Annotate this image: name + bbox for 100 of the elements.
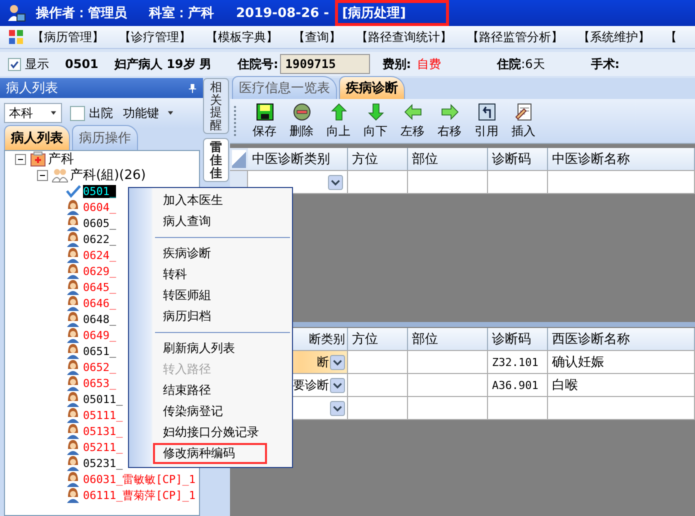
menu-item[interactable]: 【查询】 <box>287 28 348 46</box>
patient-summary: 妇产病人 19岁 男 <box>114 56 212 72</box>
tree-item[interactable]: 0653_ <box>83 376 116 390</box>
person-icon <box>65 215 81 231</box>
bed-number: 0501 <box>65 57 98 71</box>
menu-item[interactable]: 转医师組 <box>129 285 267 306</box>
menu-item[interactable]: 病人查询 <box>129 211 267 232</box>
tree-item[interactable]: 05231_ <box>83 456 123 470</box>
tree-item[interactable]: 0645_ <box>83 280 116 294</box>
dropdown-button[interactable] <box>330 400 345 416</box>
tree-item[interactable]: 0629_ <box>83 264 116 278</box>
dropdown-arrow-icon <box>167 111 174 115</box>
menu-item[interactable]: 结束路径 <box>129 380 267 401</box>
show-label: 显示 <box>25 56 49 72</box>
left-button[interactable]: 左移 <box>394 102 431 140</box>
tree-item[interactable]: 0604_ <box>83 200 116 214</box>
person-icon <box>65 359 81 375</box>
collapse-toggle[interactable] <box>15 154 26 164</box>
person-icon <box>65 407 81 423</box>
column-header: 中医诊断名称 <box>548 148 695 170</box>
menu-item[interactable]: 【诊疗管理】 <box>113 28 198 46</box>
pencil-page-icon <box>514 102 532 120</box>
tree-item[interactable]: 0624_ <box>83 248 116 262</box>
quote-button[interactable]: 引用 <box>468 102 505 140</box>
menu-item[interactable]: 传染病登记 <box>129 401 267 422</box>
fee-label: 费别: <box>382 56 412 72</box>
column-header: 方位 <box>348 148 408 170</box>
tree-item[interactable]: 0648_ <box>83 312 116 326</box>
tree-item[interactable]: 05211_ <box>83 440 123 454</box>
column-header: 西医诊断名称 <box>548 328 695 350</box>
medical-kit-icon <box>30 151 46 167</box>
panel-tab[interactable]: 病历操作 <box>72 125 138 150</box>
admission-label: 住院号: <box>237 56 278 72</box>
menu-item[interactable]: 转科 <box>129 264 267 285</box>
side-tab[interactable]: 雷佳佳 <box>203 138 229 182</box>
menu-item[interactable]: 【 <box>659 28 684 46</box>
content-tab[interactable]: 疾病诊断 <box>339 76 405 99</box>
tree-item[interactable]: 06111_曹菊萍[CP]_1 <box>83 488 196 502</box>
tree-item[interactable]: 产科 <box>48 151 74 168</box>
person-icon <box>65 487 81 503</box>
menu-item[interactable]: 【模板字典】 <box>200 28 285 46</box>
up-button[interactable]: 向上 <box>320 102 357 140</box>
tree-item[interactable]: 0622_ <box>83 232 116 246</box>
people-icon <box>52 167 68 183</box>
menu-item[interactable]: 加入本医生 <box>129 190 267 211</box>
surgery-label: 手术: <box>590 56 620 72</box>
scope-dropdown[interactable]: 本科 <box>4 103 62 123</box>
diagnosis-name: 白喉 <box>552 377 578 394</box>
person-icon <box>65 471 81 487</box>
right-button[interactable]: 右移 <box>431 102 468 140</box>
column-header: 诊断码 <box>488 148 548 170</box>
side-tab[interactable]: 相关提醒 <box>203 78 229 134</box>
dropdown-button[interactable] <box>330 354 345 370</box>
dropdown-button[interactable] <box>330 378 345 392</box>
menu-item[interactable]: 妇幼接口分娩记录 <box>129 422 267 443</box>
tree-item[interactable]: 05011_ <box>83 392 123 406</box>
column-header: 部位 <box>408 148 488 170</box>
tree-item[interactable]: 0646_ <box>83 296 116 310</box>
minus-circle-icon <box>292 102 310 120</box>
menu-item[interactable]: 病历归档 <box>129 306 267 327</box>
stay-label: 住院:6天 <box>497 56 545 72</box>
person-icon <box>65 295 81 311</box>
show-checkbox[interactable] <box>8 58 21 70</box>
person-icon <box>65 199 81 215</box>
menu-item[interactable]: 【路径查询统计】 <box>350 28 459 46</box>
admission-number-field[interactable]: 1909715 <box>280 54 370 74</box>
operator-label: 操作者：管理员 <box>36 5 127 22</box>
pin-icon[interactable] <box>188 82 197 94</box>
tree-item[interactable]: 05131_ <box>83 424 123 438</box>
function-keys-dropdown[interactable]: 功能键 <box>123 104 174 122</box>
diagnosis-type-text: 要诊断 <box>293 376 329 394</box>
tree-item[interactable]: 05111_ <box>83 408 123 422</box>
person-icon <box>65 439 81 455</box>
down-button[interactable]: 向下 <box>357 102 394 140</box>
menu-item[interactable]: 【病历管理】 <box>26 28 111 46</box>
menu-item[interactable]: 修改病种编码 <box>153 443 267 464</box>
collapse-toggle[interactable] <box>37 170 48 180</box>
menu-item[interactable]: 疾病诊断 <box>129 243 267 264</box>
column-header: 中医诊断类别 <box>248 148 348 170</box>
department-label: 科室：产科 <box>149 4 214 22</box>
dropdown-button[interactable] <box>328 174 343 190</box>
tree-item[interactable]: 0605_ <box>83 216 116 230</box>
tree-item[interactable]: 06031_雷敏敏[CP]_1 <box>83 472 196 486</box>
person-icon <box>65 391 81 407</box>
tree-item[interactable]: 0652_ <box>83 360 116 374</box>
content-tab[interactable]: 医疗信息一览表 <box>232 76 337 99</box>
grid-corner <box>230 148 248 170</box>
save-button[interactable]: 保存 <box>246 102 283 140</box>
person-icon <box>65 327 81 343</box>
delete-button[interactable]: 删除 <box>283 102 320 140</box>
panel-tab[interactable]: 病人列表 <box>4 125 70 150</box>
insert-button[interactable]: 插入 <box>505 102 542 140</box>
discharged-checkbox[interactable] <box>70 106 85 120</box>
person-icon <box>65 375 81 391</box>
menu-item[interactable]: 【系统维护】 <box>572 28 657 46</box>
tree-item[interactable]: 0651_ <box>83 344 116 358</box>
tree-item[interactable]: 产科(組)(26) <box>70 166 146 184</box>
column-header: 诊断码 <box>488 328 548 350</box>
menu-item[interactable]: 【路径监管分析】 <box>461 28 570 46</box>
tree-item[interactable]: 0649_ <box>83 328 116 342</box>
